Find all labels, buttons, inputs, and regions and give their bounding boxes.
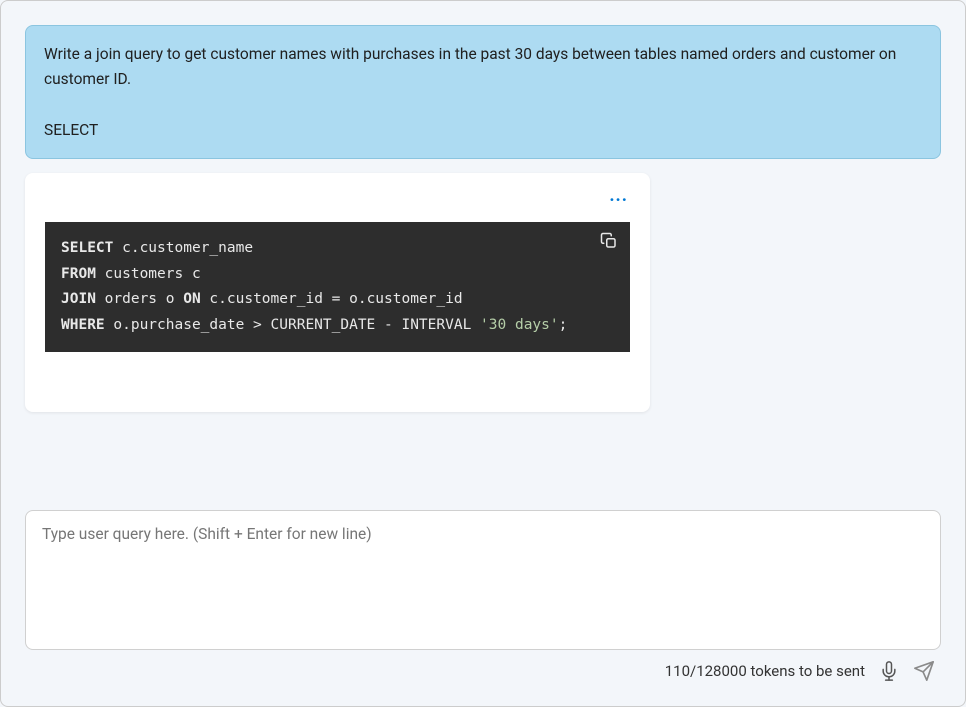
assistant-message: ... SELECT c.customer_name FROM customer… [25, 173, 650, 412]
copy-button[interactable] [600, 232, 618, 259]
microphone-button[interactable] [879, 661, 899, 681]
code-string: '30 days' [480, 317, 559, 333]
code-keyword: WHERE [61, 317, 105, 333]
assistant-header: ... [25, 173, 650, 216]
code-line-3: JOIN orders o ON c.customer_id = o.custo… [61, 287, 614, 312]
code-line-1: SELECT c.customer_name [61, 236, 614, 261]
user-prompt-suffix: SELECT [44, 118, 922, 143]
code-keyword: JOIN [61, 291, 96, 307]
token-count: 110/128000 tokens to be sent [665, 662, 865, 680]
code-text: c.customer_name [113, 240, 253, 256]
send-icon [913, 660, 935, 682]
code-text: orders o [96, 291, 183, 307]
code-line-2: FROM customers c [61, 262, 614, 287]
spacer [25, 412, 941, 510]
more-options-button[interactable]: ... [609, 191, 628, 206]
spacer [44, 92, 922, 118]
footer: 110/128000 tokens to be sent [25, 660, 941, 682]
code-keyword: SELECT [61, 240, 113, 256]
code-line-4: WHERE o.purchase_date > CURRENT_DATE - I… [61, 313, 614, 338]
user-message: Write a join query to get customer names… [25, 25, 941, 159]
code-block: SELECT c.customer_name FROM customers c … [45, 222, 630, 352]
input-area[interactable] [25, 510, 941, 650]
code-text: customers c [96, 266, 201, 282]
user-prompt-text: Write a join query to get customer names… [44, 42, 922, 92]
chat-container: Write a join query to get customer names… [1, 1, 965, 706]
microphone-icon [879, 661, 899, 681]
send-button[interactable] [913, 660, 935, 682]
code-keyword: ON [183, 291, 200, 307]
code-text: ; [559, 317, 568, 333]
code-text: c.customer_id = o.customer_id [201, 291, 463, 307]
code-keyword: FROM [61, 266, 96, 282]
code-text: o.purchase_date > CURRENT_DATE - INTERVA… [105, 317, 480, 333]
query-input[interactable] [42, 525, 924, 635]
copy-icon [600, 232, 618, 250]
